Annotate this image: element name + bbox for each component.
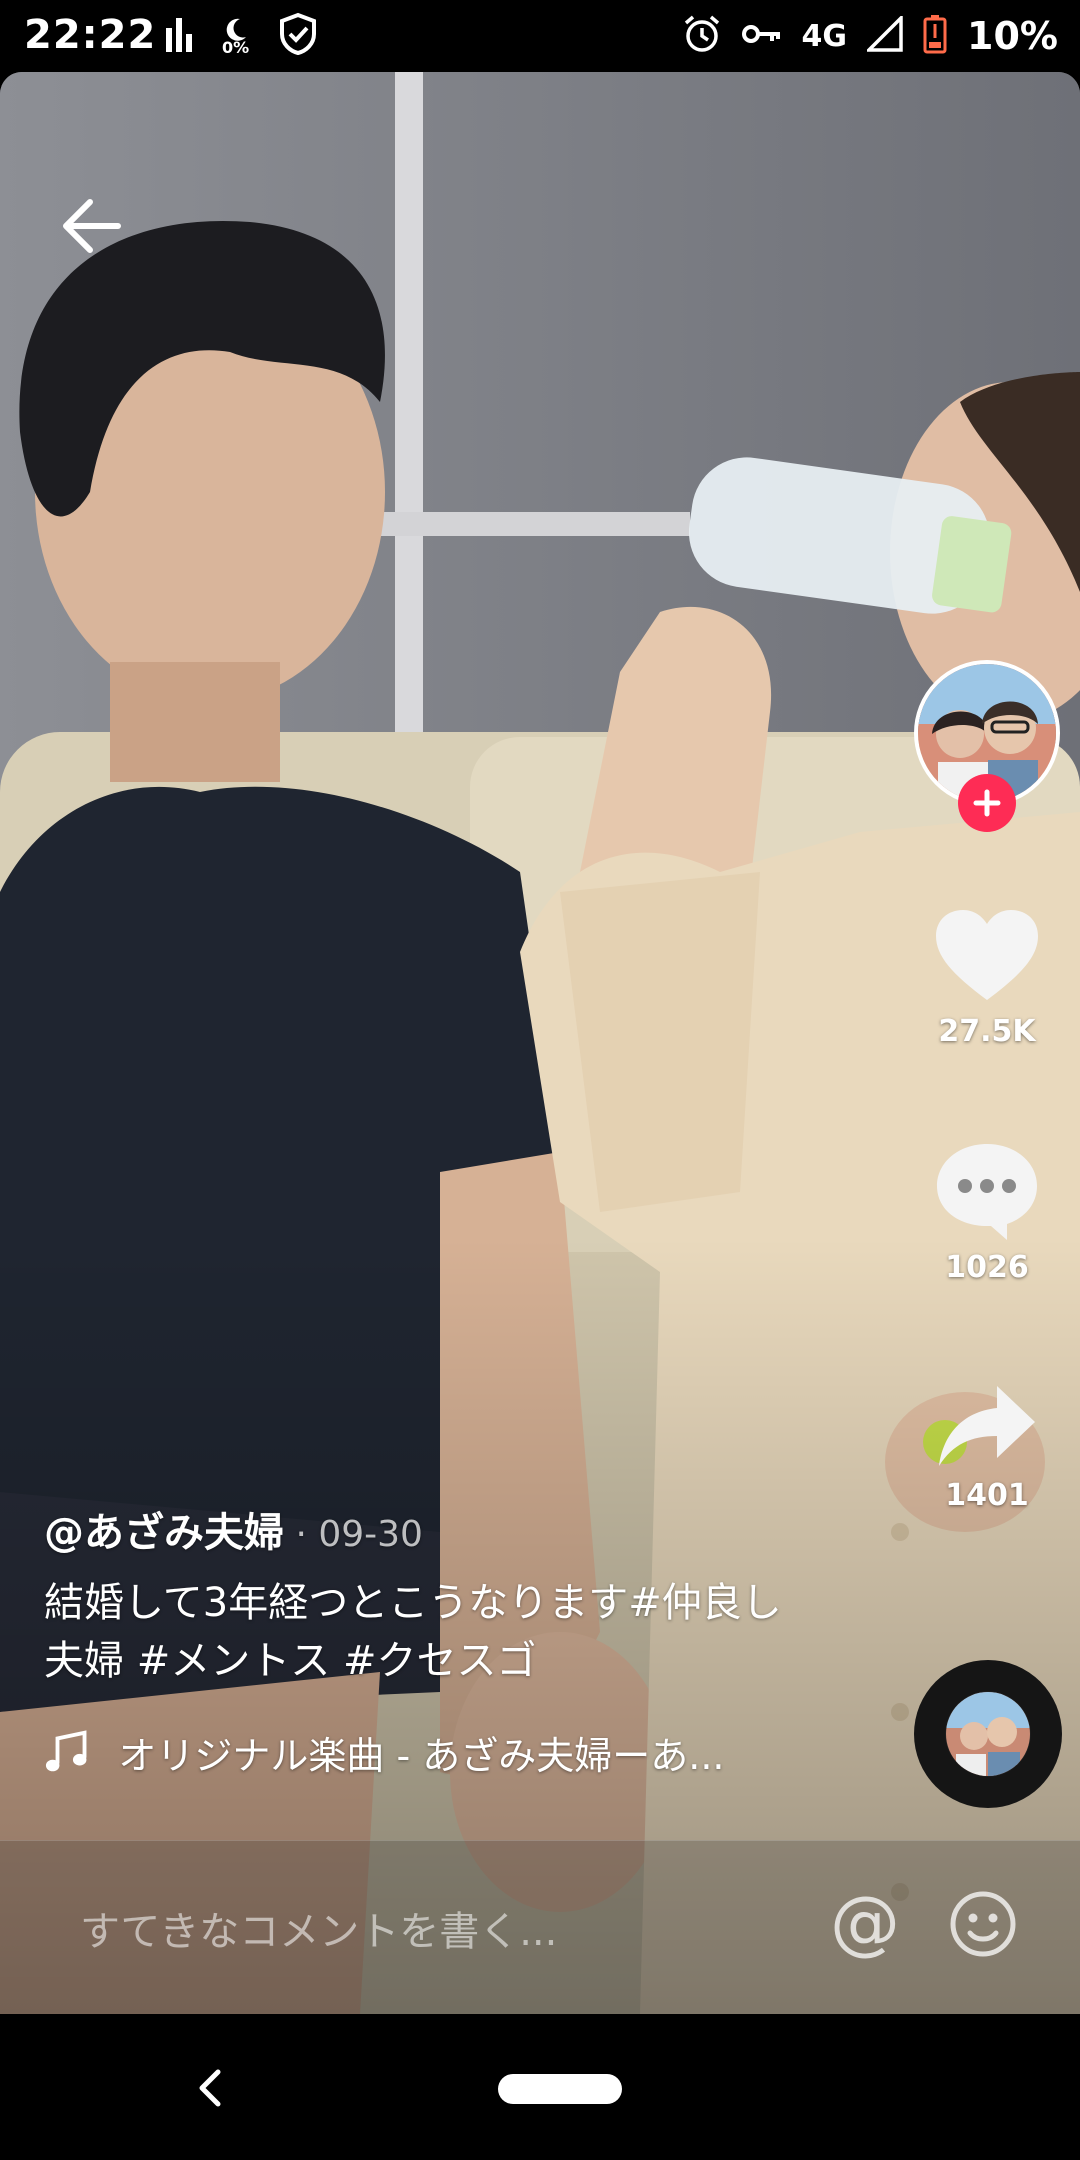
back-button[interactable] (56, 190, 128, 262)
heart-icon (936, 910, 1038, 1000)
night-mode-percent: 0% (222, 38, 250, 57)
share-count: 1401 (945, 1478, 1029, 1513)
comment-bubble-icon (937, 1144, 1037, 1240)
author-name[interactable]: @あざみ夫婦 · 09-30 (44, 1500, 423, 1558)
music-info[interactable]: オリジナル楽曲 - あざみ夫婦ーあ... (44, 1724, 784, 1780)
comment-bar: すてきなコメントを書く... @ (0, 1840, 1080, 2015)
plus-icon (973, 789, 1001, 817)
comment-count: 1026 (945, 1250, 1029, 1285)
status-bar: 22:22 0% 4G 10% (0, 0, 1080, 72)
battery-percent: 10% (967, 14, 1058, 58)
comment-button[interactable]: 1026 (922, 1140, 1052, 1285)
battery-low-icon (923, 14, 947, 58)
share-button[interactable]: 1401 (922, 1380, 1052, 1513)
arrow-left-icon (63, 199, 121, 253)
nav-home-pill[interactable] (498, 2074, 622, 2104)
night-mode-icon: 0% (222, 16, 249, 56)
music-disc[interactable] (914, 1660, 1062, 1808)
nav-back-icon[interactable] (190, 2058, 226, 2118)
video-caption[interactable]: 結婚して3年経つとこうなります#仲良し夫婦 #メントス #クセスゴ (44, 1574, 804, 1690)
like-count: 27.5K (938, 1014, 1036, 1049)
post-date: · 09-30 (284, 1514, 423, 1555)
signal-icon (864, 13, 903, 56)
follow-button[interactable] (958, 774, 1016, 832)
key-icon (741, 22, 782, 50)
shield-check-icon (277, 12, 319, 60)
disc-cover (946, 1692, 1030, 1776)
author-handle[interactable]: @あざみ夫婦 (44, 1510, 284, 1556)
comment-input[interactable]: すてきなコメントを書く... (80, 1899, 557, 1957)
alarm-icon (682, 14, 722, 58)
network-type: 4G (801, 18, 848, 54)
like-button[interactable]: 27.5K (922, 908, 1052, 1049)
share-arrow-icon (939, 1386, 1035, 1466)
music-note-icon (45, 1730, 87, 1772)
emoji-icon[interactable] (948, 1889, 1018, 1959)
music-title[interactable]: オリジナル楽曲 - あざみ夫婦ーあ... (118, 1725, 784, 1780)
status-time: 22:22 (24, 12, 157, 58)
bar-chart-icon (164, 16, 194, 56)
mention-at-icon[interactable]: @ (830, 1887, 900, 1957)
